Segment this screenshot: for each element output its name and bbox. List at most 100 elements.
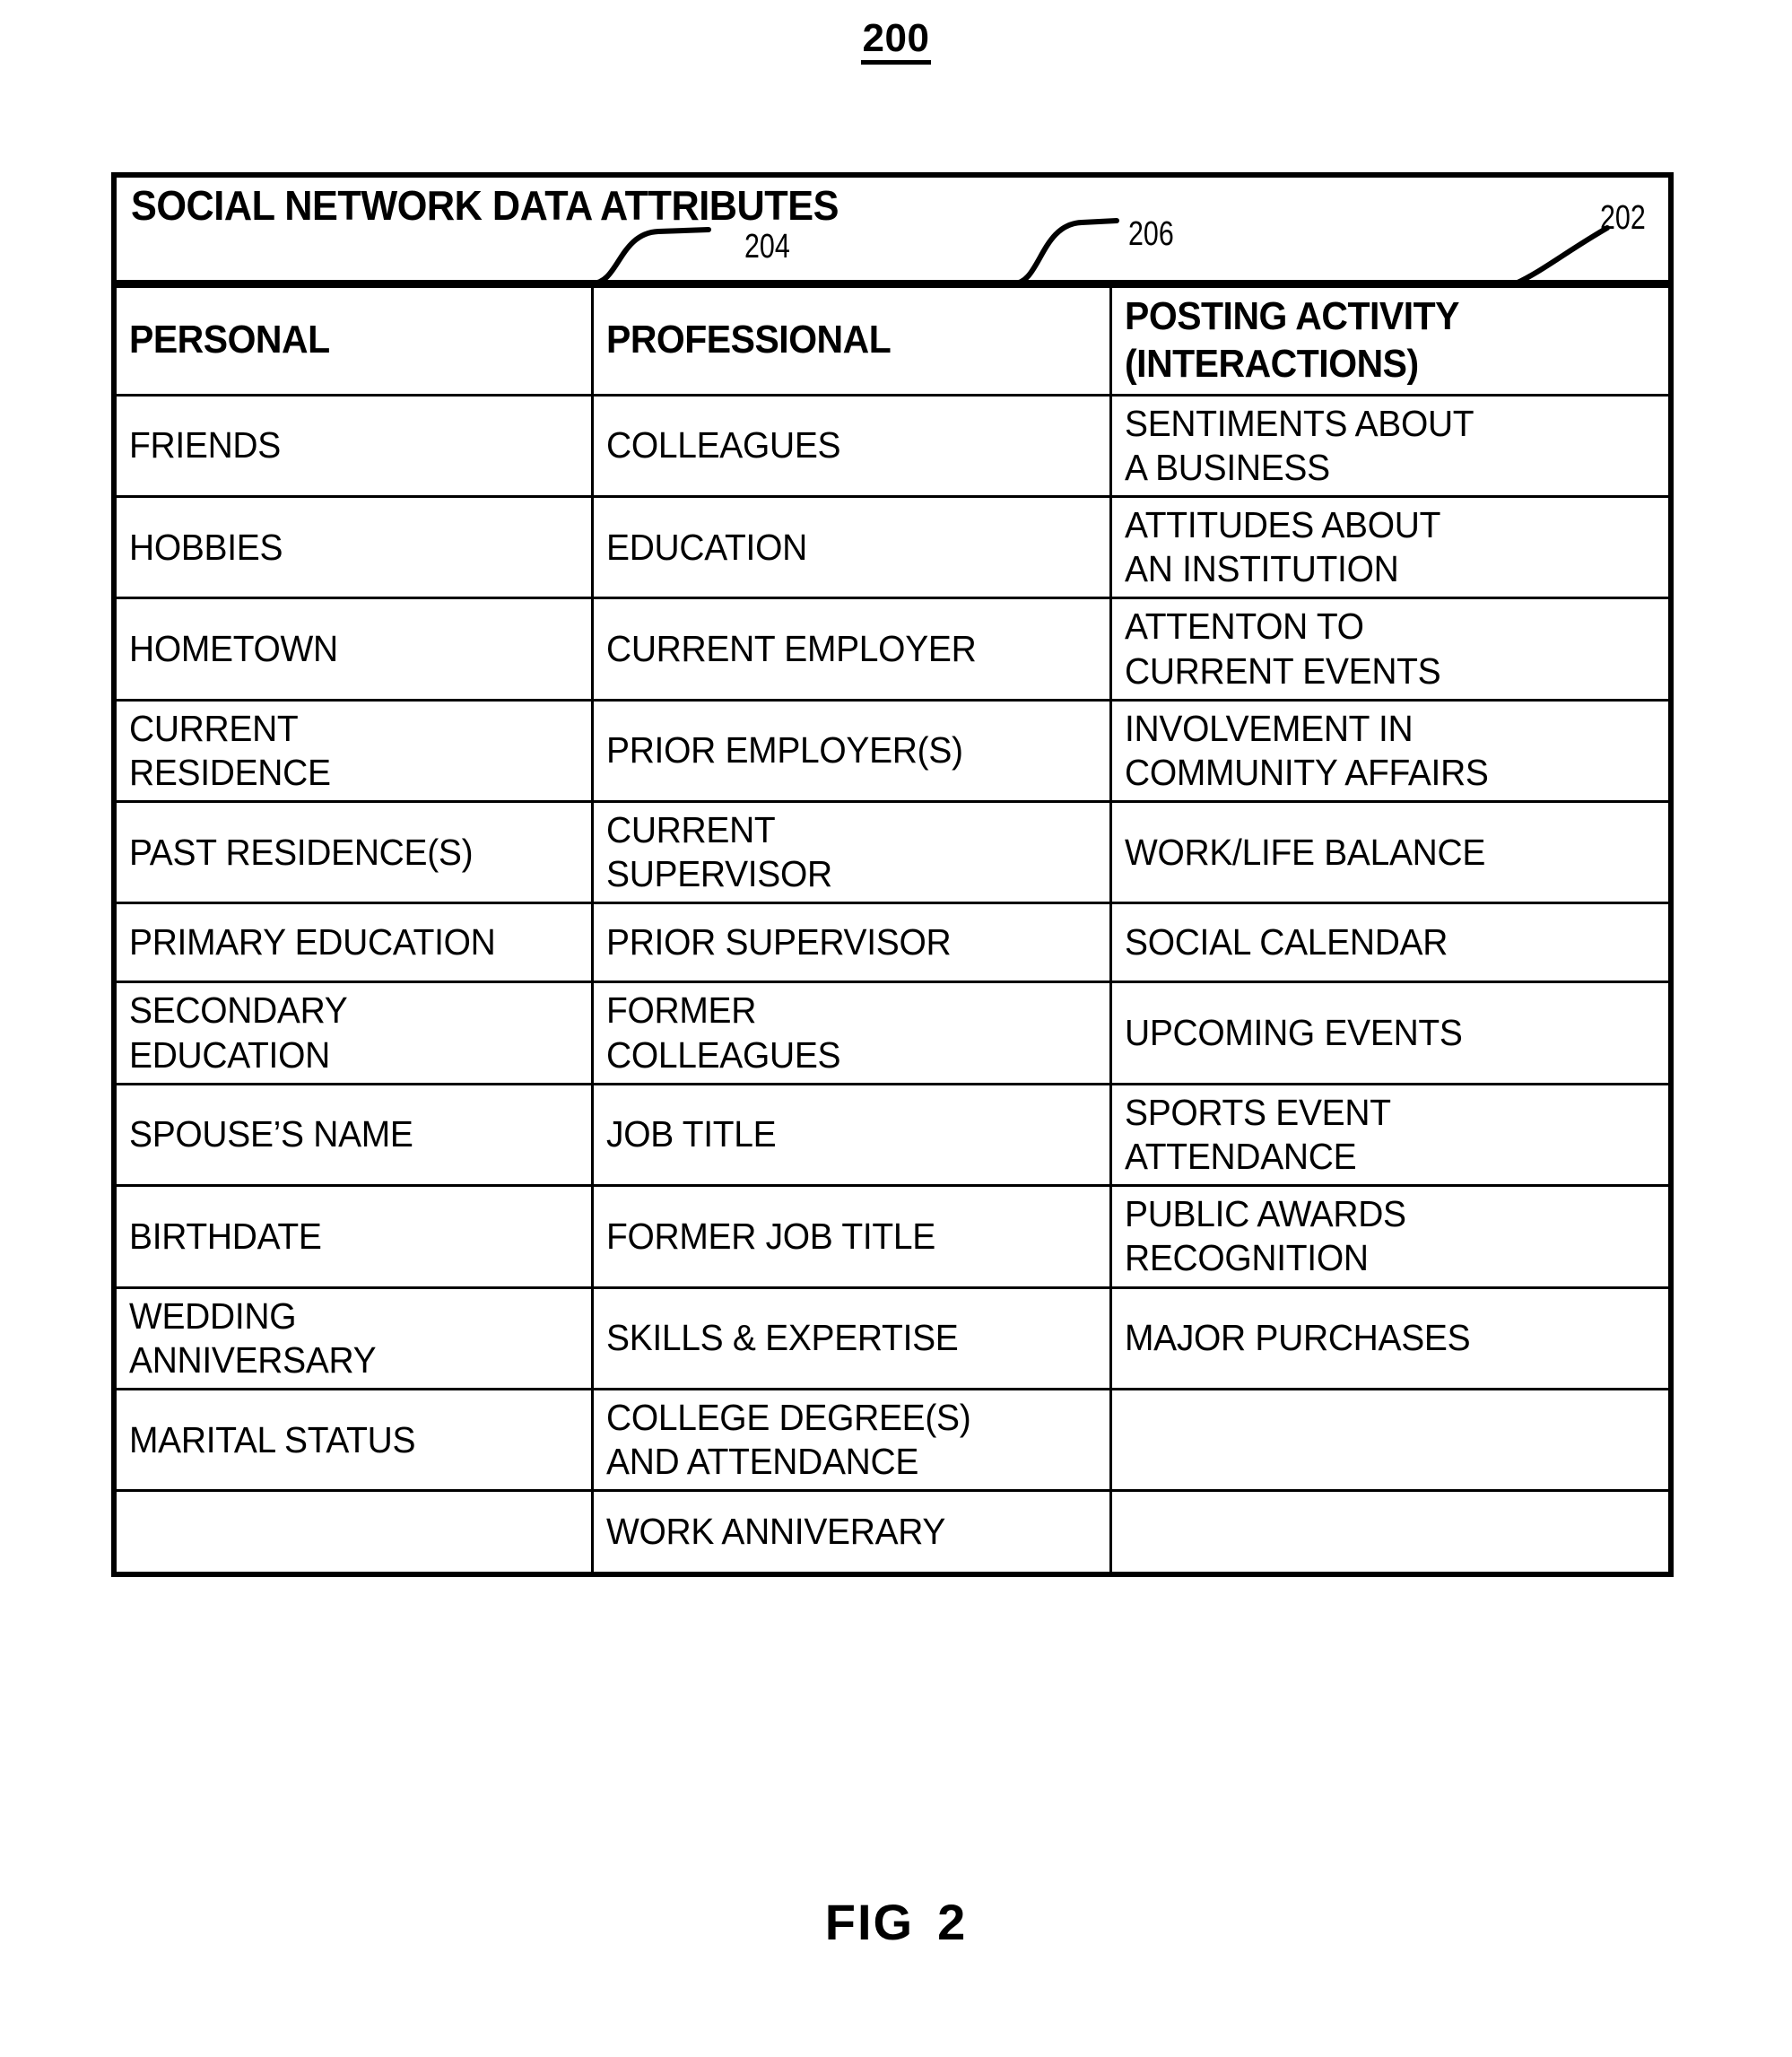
cell-text: CURRENT SUPERVISOR bbox=[605, 809, 832, 895]
cell-text: MAJOR PURCHASES bbox=[1124, 1317, 1471, 1359]
cell-professional: WORK ANNIVERARY bbox=[590, 1489, 1112, 1572]
leader-line-202 bbox=[1513, 225, 1610, 286]
cell-personal: WEDDING ANNIVERSARY bbox=[117, 1286, 594, 1390]
cell-posting-activity: MAJOR PURCHASES bbox=[1109, 1286, 1668, 1390]
cell-text: SKILLS & EXPERTISE bbox=[605, 1317, 959, 1359]
cell-text: COLLEAGUES bbox=[605, 424, 841, 466]
cell-professional: PRIOR EMPLOYER(S) bbox=[590, 698, 1112, 804]
cell-text: PRIMARY EDUCATION bbox=[129, 921, 496, 963]
cell-text: WORK ANNIVERARY bbox=[605, 1511, 945, 1552]
cell-text: PRIOR EMPLOYER(S) bbox=[605, 729, 963, 771]
cell-personal: PAST RESIDENCE(S) bbox=[117, 800, 594, 905]
table-row: CURRENT RESIDENCE PRIOR EMPLOYER(S) INVO… bbox=[117, 698, 1668, 804]
column-header-professional: PROFESSIONAL bbox=[590, 285, 1112, 397]
cell-text: MARITAL STATUS bbox=[129, 1418, 416, 1460]
cell-professional: EDUCATION bbox=[590, 494, 1112, 600]
reference-numeral-206: 206 bbox=[1128, 215, 1174, 253]
cell-text: SENTIMENTS ABOUT A BUSINESS bbox=[1124, 402, 1474, 488]
figure-number-top: 200 bbox=[0, 16, 1792, 65]
column-header-posting-activity: POSTING ACTIVITY (INTERACTIONS) bbox=[1109, 285, 1668, 397]
cell-professional: COLLEAGUES bbox=[590, 393, 1112, 498]
cell-personal: SECONDARY EDUCATION bbox=[117, 981, 594, 1085]
cell-professional: JOB TITLE bbox=[590, 1082, 1112, 1188]
cell-text: SECONDARY EDUCATION bbox=[129, 989, 348, 1076]
figure-caption-number: 2 bbox=[937, 1894, 968, 1950]
attributes-grid: PERSONAL PROFESSIONAL POSTING ACTIVITY (… bbox=[117, 285, 1668, 1572]
cell-text: ATTITUDES ABOUT AN INSTITUTION bbox=[1124, 503, 1440, 590]
cell-text: CURRENT EMPLOYER bbox=[605, 627, 977, 669]
cell-personal: HOBBIES bbox=[117, 494, 594, 600]
cell-personal bbox=[117, 1489, 594, 1572]
cell-text: INVOLVEMENT IN COMMUNITY AFFAIRS bbox=[1124, 707, 1489, 793]
table-title: SOCIAL NETWORK DATA ATTRIBUTES bbox=[131, 182, 839, 229]
cell-posting-activity bbox=[1109, 1387, 1668, 1493]
cell-text: FORMER COLLEAGUES bbox=[605, 989, 841, 1076]
figure-caption-prefix: FIG bbox=[824, 1894, 915, 1950]
cell-text: HOMETOWN bbox=[129, 627, 338, 669]
reference-numeral-204: 204 bbox=[744, 228, 790, 266]
cell-posting-activity: UPCOMING EVENTS bbox=[1109, 981, 1668, 1085]
cell-text: UPCOMING EVENTS bbox=[1124, 1012, 1463, 1054]
cell-posting-activity bbox=[1109, 1489, 1668, 1572]
table-row: SPOUSE’S NAME JOB TITLE SPORTS EVENT ATT… bbox=[117, 1082, 1668, 1188]
cell-text: PRIOR SUPERVISOR bbox=[605, 921, 952, 963]
column-header-personal: PERSONAL bbox=[117, 285, 594, 397]
column-header-posting-activity-label: POSTING ACTIVITY (INTERACTIONS) bbox=[1124, 294, 1459, 386]
table-row: WORK ANNIVERARY bbox=[117, 1489, 1668, 1572]
table-row: PRIMARY EDUCATION PRIOR SUPERVISOR SOCIA… bbox=[117, 902, 1668, 984]
cell-text: PUBLIC AWARDS RECOGNITION bbox=[1124, 1193, 1406, 1279]
cell-personal: SPOUSE’S NAME bbox=[117, 1082, 594, 1188]
cell-posting-activity: INVOLVEMENT IN COMMUNITY AFFAIRS bbox=[1109, 698, 1668, 804]
cell-text: FORMER JOB TITLE bbox=[605, 1215, 935, 1257]
table-banner: SOCIAL NETWORK DATA ATTRIBUTES 204 206 2… bbox=[117, 178, 1668, 286]
cell-text: SPOUSE’S NAME bbox=[129, 1113, 413, 1155]
cell-text: FRIENDS bbox=[129, 424, 281, 466]
cell-text: CURRENT RESIDENCE bbox=[129, 707, 331, 793]
table-row: FRIENDS COLLEAGUES SENTIMENTS ABOUT A BU… bbox=[117, 393, 1668, 498]
table-row: HOMETOWN CURRENT EMPLOYER ATTENTON TO CU… bbox=[117, 597, 1668, 702]
cell-text: ATTENTON TO CURRENT EVENTS bbox=[1124, 606, 1441, 692]
cell-personal: PRIMARY EDUCATION bbox=[117, 902, 594, 984]
figure-caption: FIG 2 bbox=[0, 1893, 1792, 1951]
cell-text: WEDDING ANNIVERSARY bbox=[129, 1294, 377, 1381]
cell-posting-activity: SOCIAL CALENDAR bbox=[1109, 902, 1668, 984]
column-header-row: PERSONAL PROFESSIONAL POSTING ACTIVITY (… bbox=[117, 285, 1668, 397]
cell-posting-activity: WORK/LIFE BALANCE bbox=[1109, 800, 1668, 905]
cell-text: BIRTHDATE bbox=[129, 1215, 322, 1257]
cell-posting-activity: ATTITUDES ABOUT AN INSTITUTION bbox=[1109, 494, 1668, 600]
table-row: SECONDARY EDUCATION FORMER COLLEAGUES UP… bbox=[117, 981, 1668, 1085]
leader-line-204 bbox=[589, 227, 711, 286]
cell-posting-activity: PUBLIC AWARDS RECOGNITION bbox=[1109, 1184, 1668, 1289]
cell-professional: CURRENT SUPERVISOR bbox=[590, 800, 1112, 905]
cell-personal: FRIENDS bbox=[117, 393, 594, 498]
cell-posting-activity: ATTENTON TO CURRENT EVENTS bbox=[1109, 597, 1668, 702]
cell-personal: MARITAL STATUS bbox=[117, 1387, 594, 1493]
cell-posting-activity: SENTIMENTS ABOUT A BUSINESS bbox=[1109, 393, 1668, 498]
cell-text: SPORTS EVENT ATTENDANCE bbox=[1124, 1091, 1391, 1178]
cell-posting-activity: SPORTS EVENT ATTENDANCE bbox=[1109, 1082, 1668, 1188]
leader-line-206 bbox=[1011, 218, 1119, 286]
cell-text: COLLEGE DEGREE(S) AND ATTENDANCE bbox=[605, 1396, 971, 1483]
cell-text: EDUCATION bbox=[605, 526, 807, 568]
cell-professional: SKILLS & EXPERTISE bbox=[590, 1286, 1112, 1390]
cell-personal: CURRENT RESIDENCE bbox=[117, 698, 594, 804]
cell-text: PAST RESIDENCE(S) bbox=[129, 831, 474, 873]
cell-professional: PRIOR SUPERVISOR bbox=[590, 902, 1112, 984]
reference-numeral-202: 202 bbox=[1600, 199, 1646, 237]
cell-professional: FORMER JOB TITLE bbox=[590, 1184, 1112, 1289]
table-row: BIRTHDATE FORMER JOB TITLE PUBLIC AWARDS… bbox=[117, 1184, 1668, 1289]
table-row: HOBBIES EDUCATION ATTITUDES ABOUT AN INS… bbox=[117, 494, 1668, 600]
table-row: MARITAL STATUS COLLEGE DEGREE(S) AND ATT… bbox=[117, 1387, 1668, 1493]
cell-text: HOBBIES bbox=[129, 526, 283, 568]
cell-professional: COLLEGE DEGREE(S) AND ATTENDANCE bbox=[590, 1387, 1112, 1493]
cell-text: JOB TITLE bbox=[605, 1113, 777, 1155]
column-header-professional-label: PROFESSIONAL bbox=[605, 318, 892, 362]
cell-text: SOCIAL CALENDAR bbox=[1124, 921, 1448, 963]
cell-text: WORK/LIFE BALANCE bbox=[1124, 831, 1485, 873]
table-row: PAST RESIDENCE(S) CURRENT SUPERVISOR WOR… bbox=[117, 800, 1668, 905]
column-header-personal-label: PERSONAL bbox=[129, 318, 330, 362]
cell-personal: HOMETOWN bbox=[117, 597, 594, 702]
table-row: WEDDING ANNIVERSARY SKILLS & EXPERTISE M… bbox=[117, 1286, 1668, 1390]
social-network-data-attributes-table: SOCIAL NETWORK DATA ATTRIBUTES 204 206 2… bbox=[111, 172, 1674, 1577]
figure-number-top-value: 200 bbox=[860, 19, 932, 65]
